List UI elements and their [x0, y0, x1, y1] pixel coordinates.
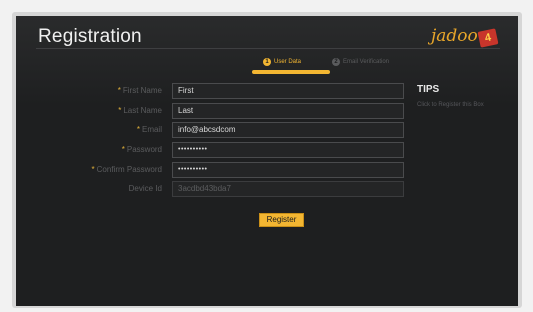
tips-heading: TIPS	[417, 84, 440, 95]
email-label: * Email	[136, 125, 162, 134]
step-email-verification[interactable]: 2 Email Verification	[332, 58, 389, 66]
first-name-input[interactable]: First	[172, 83, 404, 99]
active-step-indicator	[252, 70, 330, 74]
last-name-label: * Last Name	[118, 106, 162, 115]
step-label: User Data	[274, 59, 302, 65]
confirm-password-label: * Confirm Password	[91, 165, 162, 174]
device-id-input: 3acdbd43bda7	[172, 181, 404, 197]
last-name-input[interactable]: Last	[172, 103, 404, 119]
email-input[interactable]: info@abcsdcom	[172, 122, 404, 138]
password-label: * Password	[121, 145, 162, 154]
logo-badge: 4	[477, 28, 499, 48]
step-user-data[interactable]: 1 User Data	[263, 58, 301, 66]
required-marker: *	[91, 165, 95, 174]
confirm-password-input[interactable]: ••••••••••	[172, 162, 404, 178]
jadoo-logo: jadoo 4	[431, 26, 501, 50]
step-label: Email Verification	[343, 59, 390, 65]
tips-text: Click to Register this Box	[417, 102, 484, 108]
logo-wordmark: jadoo	[431, 26, 478, 46]
password-input[interactable]: ••••••••••	[172, 142, 404, 158]
step-number-badge: 1	[263, 58, 271, 66]
required-marker: *	[121, 145, 125, 154]
register-button[interactable]: Register	[259, 213, 304, 227]
required-marker: *	[118, 106, 122, 115]
required-marker: *	[136, 125, 140, 134]
required-marker: *	[117, 86, 121, 95]
device-id-label: Device Id	[128, 184, 162, 193]
first-name-label: * First Name	[117, 86, 162, 95]
page-title: Registration	[38, 26, 142, 47]
step-number-badge: 2	[332, 58, 340, 66]
